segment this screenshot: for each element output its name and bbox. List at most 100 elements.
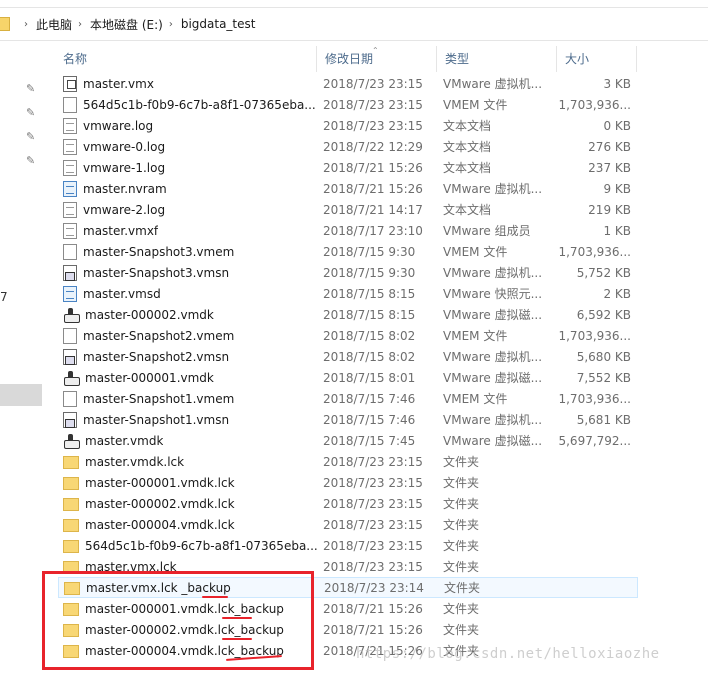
breadcrumb-bigdata-test[interactable]: bigdata_test [181, 17, 256, 31]
file-name: master.vmx [83, 76, 154, 91]
file-row[interactable]: master.vmx.lck _backup 2018/7/23 23:14 文件夹 [58, 577, 638, 598]
folder-icon [63, 477, 79, 490]
file-size: 276 KB [588, 139, 631, 154]
file-row[interactable]: master.vmx 2018/7/23 23:15 VMware 虚拟机... 3 … [58, 73, 638, 94]
file-row[interactable]: 564d5c1b-f0b9-6c7b-a8f1-07365eba... 2018/… [58, 94, 638, 115]
file-row[interactable]: master-000002.vmdk 2018/7/15 8:15 VMware 虚… [58, 304, 638, 325]
file-list: master.vmx 2018/7/23 23:15 VMware 虚拟机... 3 … [58, 73, 638, 661]
file-date: 2018/7/21 15:26 [323, 181, 423, 196]
file-row[interactable]: master-Snapshot1.vmem 2018/7/15 7:46 VMEM … [58, 388, 638, 409]
file-row[interactable]: master.vmdk.lck 2018/7/23 23:15 文件夹 [58, 451, 638, 472]
file-name: master-000001.vmdk.lck_backup [85, 601, 284, 616]
file-name: 564d5c1b-f0b9-6c7b-a8f1-07365eba... [85, 538, 318, 553]
vmsn-icon [63, 411, 77, 428]
file-name: master-Snapshot3.vmem [83, 244, 235, 259]
text-file-icon [63, 117, 77, 134]
file-row[interactable]: vmware-2.log 2018/7/21 14:17 文本文档 219 KB [58, 199, 638, 220]
file-row[interactable]: master.nvram 2018/7/21 15:26 VMware 虚拟机...… [58, 178, 638, 199]
folder-icon [63, 498, 79, 511]
file-row[interactable]: vmware-0.log 2018/7/22 12:29 文本文档 276 KB [58, 136, 638, 157]
file-icon [63, 327, 77, 344]
chevron-right-icon[interactable]: › [169, 19, 173, 30]
file-row[interactable]: master-Snapshot3.vmem 2018/7/15 9:30 VMEM … [58, 241, 638, 262]
file-size: 9 KB [603, 181, 631, 196]
file-row[interactable]: master-Snapshot2.vmsn 2018/7/15 8:02 VMwar… [58, 346, 638, 367]
folder-icon [63, 645, 79, 658]
file-type: VMware 虚拟磁... [443, 371, 543, 385]
file-name-cell: master-000002.vmdk [58, 307, 318, 323]
vmdk-icon [63, 370, 80, 386]
folder-icon [63, 540, 79, 553]
file-name-cell: master.vmdk.lck [58, 454, 318, 469]
column-header-date[interactable]: ⌃ 修改日期 [317, 46, 437, 72]
navigation-pane[interactable]: ✎ ✎ ✎ ✎ 7 [0, 42, 44, 677]
file-name-cell: master-Snapshot3.vmem [58, 243, 318, 260]
file-row[interactable]: master.vmxf 2018/7/17 23:10 VMware 组成员 1 KB [58, 220, 638, 241]
chevron-right-icon[interactable]: › [24, 19, 28, 30]
folder-icon [63, 603, 79, 616]
file-row[interactable]: master-000001.vmdk.lck 2018/7/23 23:15 文件夹 [58, 472, 638, 493]
file-date: 2018/7/21 15:26 [323, 160, 423, 175]
chevron-right-icon[interactable]: › [78, 19, 82, 30]
address-bar[interactable]: › 此电脑 › 本地磁盘 (E:) › bigdata_test [0, 7, 708, 41]
vmsd-icon [63, 285, 77, 302]
column-headers: 名称 ⌃ 修改日期 类型 大小 [55, 46, 655, 72]
file-row[interactable]: vmware.log 2018/7/23 23:15 文本文档 0 KB [58, 115, 638, 136]
file-row[interactable]: master-Snapshot3.vmsn 2018/7/15 9:30 VMwar… [58, 262, 638, 283]
file-name: master.vmxf [83, 223, 159, 238]
file-date: 2018/7/23 23:15 [323, 538, 423, 553]
nav-selected-item[interactable] [0, 384, 42, 406]
file-row[interactable]: master-000004.vmdk.lck 2018/7/23 23:15 文件夹 [58, 514, 638, 535]
pin-icon[interactable]: ✎ [26, 154, 38, 167]
file-date: 2018/7/23 23:15 [323, 475, 423, 490]
column-header-type[interactable]: 类型 [437, 46, 557, 72]
file-name-cell: master-000001.vmdk.lck_backup [58, 601, 318, 616]
column-header-name[interactable]: 名称 [55, 46, 317, 72]
file-date: 2018/7/23 23:15 [323, 454, 423, 469]
file-name: master-000002.vmdk.lck_backup [85, 622, 284, 637]
file-row[interactable]: master-000002.vmdk.lck_backup 2018/7/21 1… [58, 619, 638, 640]
file-row[interactable]: master-Snapshot2.vmem 2018/7/15 8:02 VMEM … [58, 325, 638, 346]
pin-icon[interactable]: ✎ [26, 106, 38, 119]
file-name: master.vmdk [85, 433, 164, 448]
text-file-icon [63, 159, 77, 176]
file-date: 2018/7/15 7:46 [323, 391, 416, 406]
file-name-cell: 564d5c1b-f0b9-6c7b-a8f1-07365eba... [58, 538, 318, 553]
nav-item-label[interactable]: 7 [0, 290, 8, 304]
file-type: 文件夹 [443, 560, 480, 574]
file-size: 1,703,936... [558, 391, 631, 406]
file-row[interactable]: master.vmx.lck 2018/7/23 23:15 文件夹 [58, 556, 638, 577]
file-type: VMware 虚拟机... [443, 77, 543, 91]
breadcrumb-local-disk[interactable]: 本地磁盘 (E:) [90, 16, 163, 33]
file-name-cell: master-Snapshot1.vmem [58, 390, 318, 407]
file-type: VMware 虚拟机... [443, 182, 543, 196]
column-header-size[interactable]: 大小 [557, 46, 637, 72]
file-date: 2018/7/21 14:17 [323, 202, 423, 217]
file-name: master-000002.vmdk [85, 307, 214, 322]
file-type: VMEM 文件 [443, 392, 508, 406]
pin-icon[interactable]: ✎ [26, 130, 38, 143]
file-row[interactable]: master-000001.vmdk 2018/7/15 8:01 VMware 虚… [58, 367, 638, 388]
file-row[interactable]: master.vmdk 2018/7/15 7:45 VMware 虚拟磁... 5,… [58, 430, 638, 451]
breadcrumb-this-pc[interactable]: 此电脑 [36, 16, 72, 33]
file-row[interactable]: master-Snapshot1.vmsn 2018/7/15 7:46 VMwar… [58, 409, 638, 430]
file-row[interactable]: vmware-1.log 2018/7/21 15:26 文本文档 237 KB [58, 157, 638, 178]
file-type: 文件夹 [443, 497, 480, 511]
file-name-cell: master-Snapshot2.vmsn [58, 348, 318, 365]
file-date: 2018/7/15 8:02 [323, 328, 416, 343]
file-row[interactable]: 564d5c1b-f0b9-6c7b-a8f1-07365eba... 2018/… [58, 535, 638, 556]
pin-icon[interactable]: ✎ [26, 82, 38, 95]
file-type: 文件夹 [443, 518, 480, 532]
file-row[interactable]: master.vmsd 2018/7/15 8:15 VMware 快照元... 2 … [58, 283, 638, 304]
file-date: 2018/7/17 23:10 [323, 223, 423, 238]
file-date: 2018/7/15 7:45 [323, 433, 416, 448]
file-row[interactable]: master-000002.vmdk.lck 2018/7/23 23:15 文件夹 [58, 493, 638, 514]
file-name: master.vmx.lck [85, 559, 177, 574]
folder-icon [63, 624, 79, 637]
file-icon [63, 390, 77, 407]
underline-annotation [222, 617, 252, 619]
file-row[interactable]: master-000001.vmdk.lck_backup 2018/7/21 1… [58, 598, 638, 619]
file-name: master-Snapshot2.vmem [83, 328, 235, 343]
file-size: 5,752 KB [576, 265, 631, 280]
file-size: 5,697,792... [558, 433, 631, 448]
